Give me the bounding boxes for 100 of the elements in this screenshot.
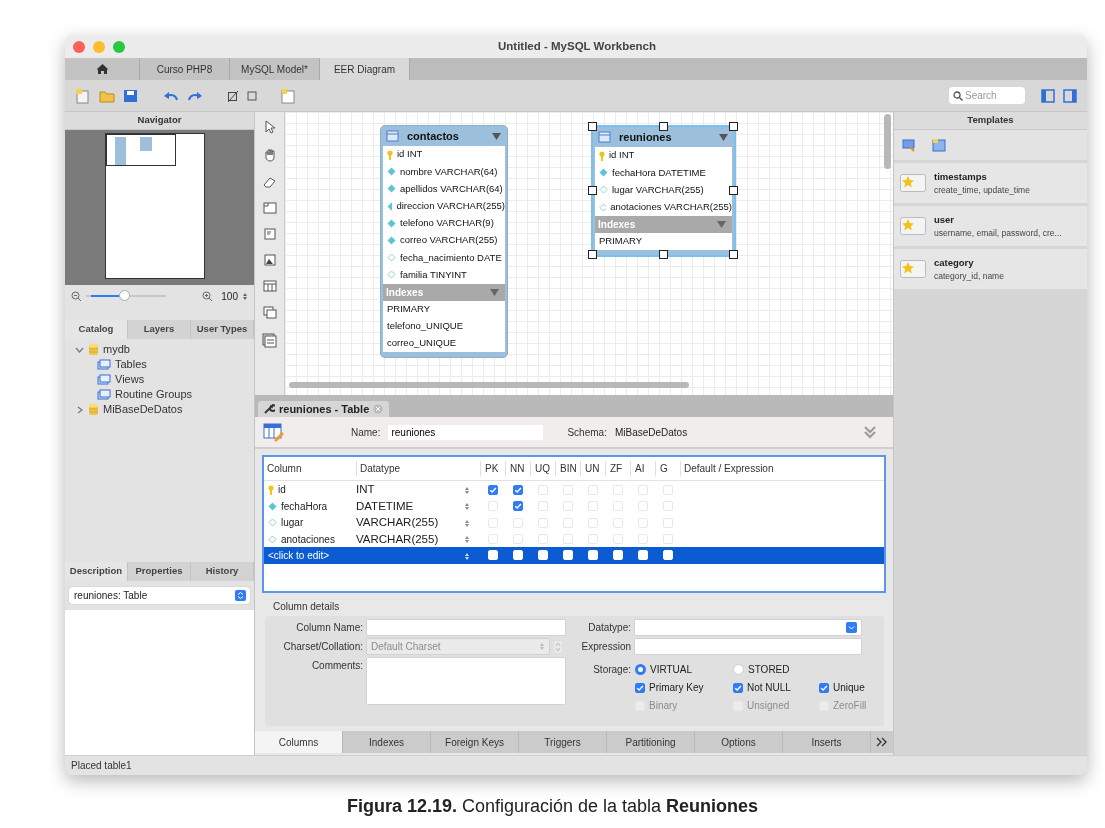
checkbox[interactable] bbox=[512, 484, 523, 495]
new-template-icon[interactable] bbox=[932, 138, 946, 152]
caret-icon[interactable] bbox=[492, 132, 501, 140]
column-header[interactable]: G bbox=[655, 461, 680, 476]
navigator-preview[interactable] bbox=[65, 130, 254, 285]
panel-tab[interactable]: Description bbox=[65, 562, 128, 581]
new-diagram-icon[interactable] bbox=[281, 87, 295, 104]
sidebar-toggle-icon[interactable] bbox=[1041, 88, 1055, 103]
stepper-icon[interactable] bbox=[464, 535, 470, 545]
resize-handle[interactable] bbox=[588, 249, 597, 259]
checkbox[interactable] bbox=[635, 682, 645, 693]
zoom-in-icon[interactable] bbox=[202, 290, 214, 302]
datatype-text[interactable]: VARCHAR(255) bbox=[356, 532, 439, 545]
column-header[interactable]: Datatype bbox=[356, 461, 480, 476]
panel-tab[interactable]: User Types bbox=[191, 320, 254, 339]
radio-button[interactable] bbox=[733, 664, 744, 675]
tab[interactable]: Triggers bbox=[519, 731, 607, 753]
datatype-text[interactable]: VARCHAR(255) bbox=[356, 516, 439, 528]
checkbox[interactable] bbox=[819, 682, 829, 693]
editor-tab[interactable]: reuniones - Table bbox=[258, 400, 390, 417]
panel-tab[interactable]: Catalog bbox=[65, 320, 128, 339]
layer-icon[interactable] bbox=[262, 202, 277, 214]
square-icon[interactable] bbox=[247, 90, 257, 101]
resize-handle[interactable] bbox=[588, 122, 597, 131]
hand-icon[interactable] bbox=[262, 148, 277, 162]
template-item[interactable]: category category_id, name bbox=[894, 249, 1087, 289]
datatype-select[interactable] bbox=[635, 620, 861, 635]
column-header[interactable]: ZF bbox=[605, 461, 630, 476]
tab[interactable]: Curso PHP8 bbox=[140, 58, 230, 80]
stepper-icon[interactable] bbox=[464, 519, 470, 528]
column-header[interactable]: UN bbox=[580, 461, 605, 476]
column-name[interactable]: anotaciones bbox=[281, 531, 335, 547]
template-item[interactable]: user username, email, password, cre... bbox=[894, 206, 1087, 246]
close-icon[interactable] bbox=[373, 403, 384, 414]
table-row[interactable]: lugar VARCHAR(255) bbox=[264, 514, 884, 531]
table-icon[interactable] bbox=[262, 280, 277, 292]
checkbox[interactable] bbox=[487, 484, 498, 495]
chevron-right-icon[interactable] bbox=[75, 405, 84, 414]
resize-handle[interactable] bbox=[729, 122, 738, 131]
more-icon[interactable] bbox=[876, 737, 888, 747]
scrollbar[interactable] bbox=[289, 382, 689, 388]
eraser-icon[interactable] bbox=[262, 176, 277, 188]
zoom-button[interactable] bbox=[113, 40, 125, 53]
object-select[interactable]: reuniones: Table bbox=[69, 587, 250, 604]
column-header[interactable]: BIN bbox=[555, 461, 580, 476]
routine-icon[interactable] bbox=[262, 333, 277, 348]
resize-handle[interactable] bbox=[729, 249, 738, 259]
stepper-icon[interactable] bbox=[242, 291, 248, 301]
close-button[interactable] bbox=[73, 40, 85, 53]
home-tab[interactable] bbox=[65, 58, 140, 80]
slider-thumb[interactable] bbox=[118, 290, 130, 301]
import-icon[interactable] bbox=[902, 138, 916, 152]
tab[interactable]: Indexes bbox=[343, 731, 431, 753]
panel-tab[interactable]: Layers bbox=[128, 320, 191, 339]
tab[interactable]: Partitioning bbox=[607, 731, 695, 753]
save-icon[interactable] bbox=[123, 87, 139, 104]
caret-icon[interactable] bbox=[719, 133, 728, 141]
redo-icon[interactable] bbox=[187, 89, 203, 102]
resize-handle[interactable] bbox=[588, 185, 597, 195]
tab[interactable]: Options bbox=[695, 731, 783, 753]
caret-icon[interactable] bbox=[717, 220, 726, 228]
collapse-icon[interactable] bbox=[863, 425, 877, 439]
tab[interactable]: Inserts bbox=[783, 731, 871, 753]
image-icon[interactable] bbox=[263, 254, 276, 266]
columns-grid[interactable]: Column Datatype PK NN UQ BIN UN ZF AI G Default / Expression id INT fechaHora DATETIME lugar VARCHAR(255) anotaciones VARCHAR(255) <click to edit> bbox=[262, 455, 886, 593]
table-row[interactable]: <click to edit> bbox=[264, 547, 884, 564]
table-row[interactable]: anotaciones VARCHAR(255) bbox=[264, 530, 884, 547]
template-item[interactable]: timestamps create_time, update_time bbox=[894, 163, 1087, 203]
name-field[interactable]: reuniones bbox=[388, 424, 544, 440]
scrollbar[interactable] bbox=[884, 114, 891, 169]
column-name[interactable]: id bbox=[278, 482, 286, 498]
table-row[interactable]: fechaHora DATETIME bbox=[264, 497, 884, 514]
note-icon[interactable] bbox=[263, 228, 276, 240]
column-header[interactable]: AI bbox=[630, 461, 655, 476]
checkbox[interactable] bbox=[733, 682, 743, 693]
tab[interactable]: Columns bbox=[255, 731, 343, 753]
datatype-text[interactable]: DATETIME bbox=[356, 499, 414, 512]
resize-handle[interactable] bbox=[658, 122, 668, 131]
column-header[interactable]: NN bbox=[505, 461, 530, 476]
column-name-field[interactable] bbox=[367, 620, 565, 635]
chevron-down-icon[interactable] bbox=[75, 345, 84, 354]
caret-icon[interactable] bbox=[490, 288, 499, 296]
column-name[interactable]: <click to edit> bbox=[268, 547, 330, 563]
new-document-icon[interactable] bbox=[75, 87, 91, 104]
table-row[interactable]: id INT bbox=[264, 481, 884, 498]
zoom-value[interactable]: 100 bbox=[221, 288, 238, 304]
search-field[interactable]: Search bbox=[949, 87, 1025, 104]
diagram-table[interactable] bbox=[380, 125, 508, 359]
resize-handle[interactable] bbox=[658, 249, 668, 259]
tree-item[interactable]: MiBaseDeDatos bbox=[103, 401, 183, 418]
tab[interactable]: MySQL Model* bbox=[230, 58, 320, 80]
datatype-text[interactable]: INT bbox=[356, 483, 375, 495]
tree-item[interactable]: Routine Groups bbox=[115, 386, 193, 403]
panel-toggle-icon[interactable] bbox=[1063, 88, 1077, 103]
resize-handle[interactable] bbox=[729, 185, 738, 195]
tree-item[interactable]: Tables bbox=[115, 356, 147, 373]
tree-item[interactable]: mydb bbox=[103, 341, 130, 358]
tab[interactable]: Foreign Keys bbox=[431, 731, 519, 753]
tree-item[interactable]: Views bbox=[115, 371, 145, 388]
diagram-table[interactable]: reuniones id INT fechaHora DATETIME lugar VARCHAR(255) anotaciones VARCHAR(255) Indexes PRIMARY bbox=[591, 125, 736, 257]
